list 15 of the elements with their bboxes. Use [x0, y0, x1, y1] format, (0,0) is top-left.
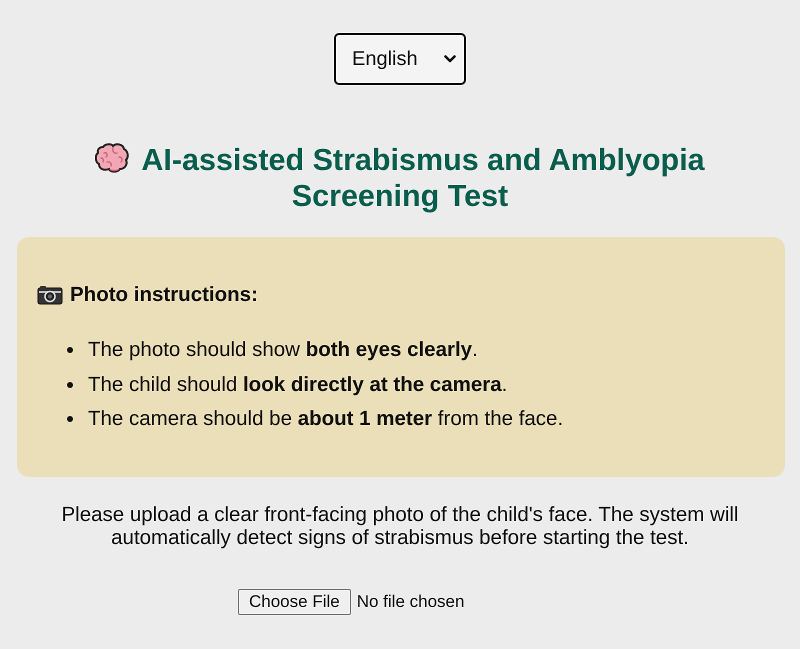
instruction-text: The camera should be about 1 meter from the face. [88, 407, 564, 431]
instructions-heading: Photo instructions: [70, 283, 258, 307]
bullet-icon [67, 416, 73, 422]
choose-file-button[interactable]: Choose File [238, 589, 351, 615]
file-status-text: No file chosen [356, 592, 464, 612]
bullet-icon [67, 347, 73, 353]
chevron-down-icon [444, 55, 456, 63]
instruction-text: The child should look directly at the camera. [88, 372, 508, 396]
camera-icon [37, 285, 63, 305]
page-title: AI-assisted Strabismus and Amblyopia Screening Test [141, 143, 705, 213]
description-text: Please upload a clear front-facing photo of the child's face. The system will automatically detect signs of strabismus before starting the test. [60, 503, 740, 549]
instruction-text: The photo should show both eyes clearly. [88, 338, 478, 362]
language-select[interactable]: English [334, 33, 466, 85]
bullet-icon [67, 382, 73, 388]
brain-icon [95, 143, 130, 173]
